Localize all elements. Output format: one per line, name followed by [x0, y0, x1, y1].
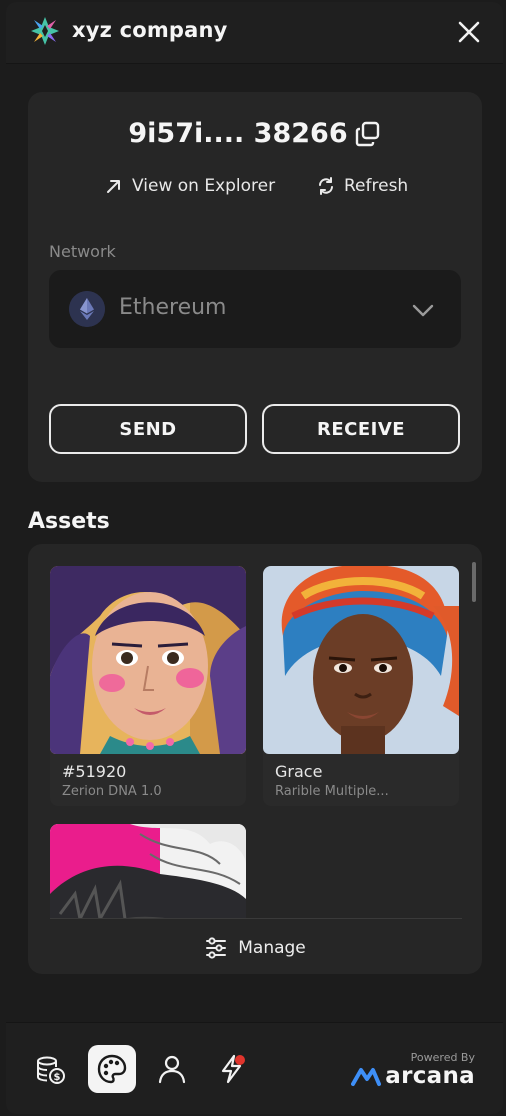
refresh-link[interactable]: Refresh [316, 176, 408, 196]
arcana-mark-icon [351, 1068, 382, 1086]
nft-image [50, 566, 246, 754]
assets-scrollbar[interactable] [472, 562, 476, 602]
arcana-wordmark: arcana [385, 1063, 475, 1089]
wallet-frame: xyz company 9i57i.... 38266 View on Expl… [6, 2, 503, 1114]
send-button[interactable]: SEND [49, 404, 247, 454]
network-value: Ethereum [119, 295, 227, 320]
bolt-icon [221, 1054, 245, 1084]
receive-button[interactable]: RECEIVE [262, 404, 460, 454]
refresh-icon [319, 177, 333, 195]
nft-collection: Rarible Multiple... [275, 784, 389, 799]
ethereum-icon [69, 291, 105, 327]
svg-text:$: $ [54, 1072, 61, 1083]
arrow-up-right-icon [107, 180, 120, 193]
copy-icon[interactable] [354, 120, 382, 148]
company-logo [31, 17, 59, 45]
manage-label: Manage [238, 938, 306, 958]
wallet-card: 9i57i.... 38266 View on Explorer Refresh [28, 92, 482, 482]
sliders-icon [206, 937, 227, 959]
nft-title: #51920 [62, 762, 127, 781]
manage-button[interactable]: Manage [28, 936, 482, 960]
address-row: 9i57i.... 38266 [28, 118, 482, 149]
user-icon [158, 1055, 186, 1084]
company-name: xyz company [72, 18, 228, 42]
view-on-explorer-label: View on Explorer [132, 176, 276, 196]
nft-collection: Zerion DNA 1.0 [62, 784, 162, 799]
nft-image [50, 824, 246, 918]
assets-divider [50, 918, 462, 919]
tab-tokens[interactable]: $ [26, 1045, 74, 1093]
nft-title: Grace [275, 762, 323, 781]
nft-card[interactable]: Grace Rarible Multiple... [263, 566, 459, 806]
palette-icon [97, 1054, 127, 1084]
assets-grid: #51920 Zerion DNA 1.0 Grace Rarible Mult… [28, 544, 482, 918]
close-icon[interactable] [453, 16, 485, 48]
nft-image [263, 566, 459, 754]
assets-heading: Assets [28, 509, 110, 534]
refresh-label: Refresh [344, 176, 409, 196]
bottom-nav: $ Powered By arcana [6, 1022, 503, 1114]
wallet-address: 9i57i.... 38266 [128, 118, 348, 149]
nft-card[interactable] [50, 824, 246, 918]
header: xyz company [6, 2, 503, 64]
view-on-explorer-link[interactable]: View on Explorer [104, 176, 275, 196]
network-select[interactable]: Ethereum [49, 270, 461, 348]
chevron-down-icon [412, 304, 434, 317]
coins-icon: $ [37, 1056, 65, 1084]
arcana-logo: arcana [351, 1063, 475, 1089]
tab-profile[interactable] [148, 1045, 196, 1093]
tab-nfts[interactable] [88, 1045, 136, 1093]
tab-activity[interactable] [208, 1045, 256, 1093]
assets-card: #51920 Zerion DNA 1.0 Grace Rarible Mult… [28, 544, 482, 974]
network-label: Network [49, 242, 116, 261]
nft-card[interactable]: #51920 Zerion DNA 1.0 [50, 566, 246, 806]
